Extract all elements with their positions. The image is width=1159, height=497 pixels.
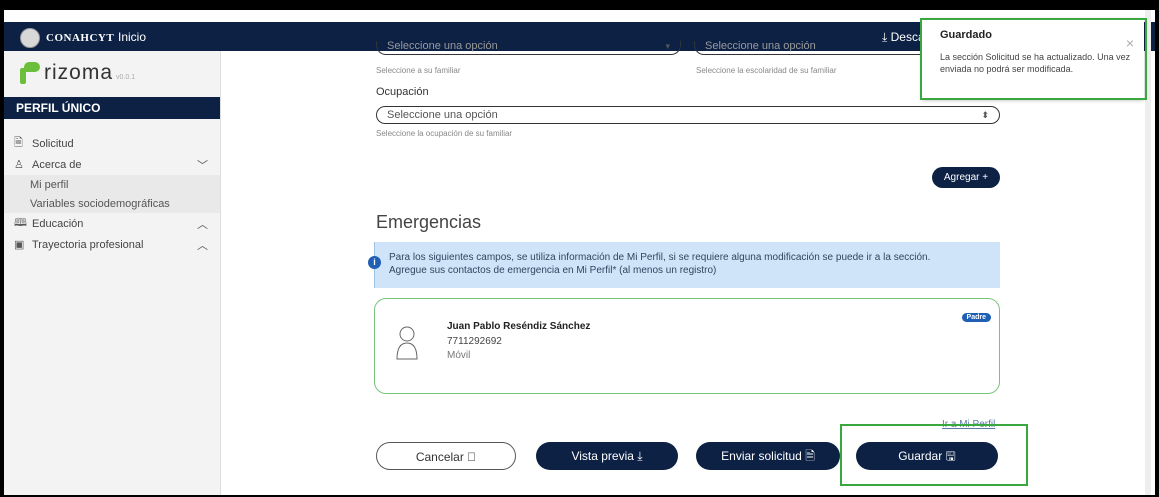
chevron-down-icon: ▾	[665, 41, 670, 51]
chevron-down-icon[interactable]: ﹀	[197, 157, 208, 173]
escolaridad-select[interactable]: Seleccione una opción	[694, 41, 926, 55]
send-request-button[interactable]: Enviar solicitud 🗎	[696, 442, 840, 470]
contact-card: Juan Pablo Reséndiz Sánchez 7711292692 M…	[374, 298, 1000, 394]
rizoma-logo-text: rizoma	[44, 61, 114, 84]
select-value: Seleccione una opción	[387, 109, 498, 121]
book-icon: 🕮	[14, 217, 27, 229]
familiar-select[interactable]: Seleccione una opción ▾	[376, 41, 681, 55]
sidebar-nav: 🗎 Solicitud ♙ Acerca de ﹀ Mi perfil Vari…	[4, 133, 220, 255]
relation-badge: Padre	[961, 313, 991, 322]
updown-arrow-icon: ⬍	[981, 110, 989, 120]
person-outline-icon	[396, 326, 418, 360]
sidebar-subitem-mi-perfil[interactable]: Mi perfil	[4, 175, 220, 194]
sidebar-item-educacion[interactable]: 🕮 Educación ︿	[4, 213, 220, 234]
alert-line-1: Para los siguientes campos, se utiliza i…	[389, 252, 931, 263]
sidebar-item-trayectoria[interactable]: ▣ Trayectoria profesional ︿	[4, 234, 220, 255]
rizoma-leaf-icon	[18, 62, 40, 84]
ocupacion-select[interactable]: Seleccione una opción ⬍	[376, 106, 1000, 124]
sidebar: rizoma v0.0.1 PERFIL ÚNICO 🗎 Solicitud ♙…	[4, 51, 221, 495]
emergencias-title: Emergencias	[376, 212, 482, 232]
contact-phone-type: Móvil	[447, 350, 471, 361]
sidebar-item-acerca-de[interactable]: ♙ Acerca de ﹀	[4, 154, 220, 175]
sidebar-item-label: Solicitud	[32, 137, 74, 150]
person-icon: ♙	[14, 159, 24, 171]
version-label: v0.0.1	[116, 73, 136, 81]
cancel-button[interactable]: Cancelar ⃠	[376, 442, 516, 470]
select-value: Seleccione una opción	[705, 40, 816, 52]
rizoma-logo: rizoma v0.0.1	[18, 61, 135, 85]
sidebar-item-label: Educación	[32, 217, 84, 230]
document-icon: 🗎	[14, 137, 23, 149]
contact-phone: 7711292692	[447, 336, 502, 347]
sidebar-item-solicitud[interactable]: 🗎 Solicitud	[4, 133, 220, 154]
alert-line-2: Agregue sus contactos de emergencia en M…	[389, 265, 717, 276]
escolaridad-help: Seleccione la escolaridad de su familiar	[696, 66, 837, 75]
info-icon: i	[368, 256, 381, 269]
sidebar-item-label: Acerca de	[32, 158, 82, 171]
section-title: PERFIL ÚNICO	[4, 97, 220, 119]
ocupacion-help: Seleccione la ocupación de su familiar	[376, 129, 513, 138]
sidebar-subitem-variables[interactable]: Variables sociodemográficas	[4, 194, 220, 213]
save-highlight-box	[840, 424, 1028, 486]
chevron-up-icon[interactable]: ︿	[197, 216, 208, 232]
contact-name: Juan Pablo Reséndiz Sánchez	[447, 321, 591, 332]
conahcyt-logo[interactable]: CONAHCYT	[20, 28, 114, 48]
select-value: Seleccione una opción	[387, 40, 498, 52]
agregar-button[interactable]: Agregar +	[932, 167, 1000, 188]
chevron-up-icon[interactable]: ︿	[197, 237, 208, 253]
app-frame: CONAHCYT Inicio ⤓ Descarga rizoma v0.0.1…	[4, 10, 1155, 495]
brand-name: CONAHCYT	[46, 32, 115, 44]
seal-icon	[20, 28, 40, 48]
preview-button[interactable]: Vista previa ⤓	[536, 442, 678, 470]
ocupacion-label: Ocupación	[376, 86, 429, 98]
briefcase-icon: ▣	[14, 239, 25, 251]
sidebar-item-label: Trayectoria profesional	[32, 238, 144, 251]
info-alert: i Para los siguientes campos, se utiliza…	[368, 242, 1000, 288]
familiar-help: Seleccione a su familiar	[376, 66, 461, 75]
toast-highlight-box	[920, 18, 1147, 100]
home-link[interactable]: Inicio	[118, 30, 146, 44]
